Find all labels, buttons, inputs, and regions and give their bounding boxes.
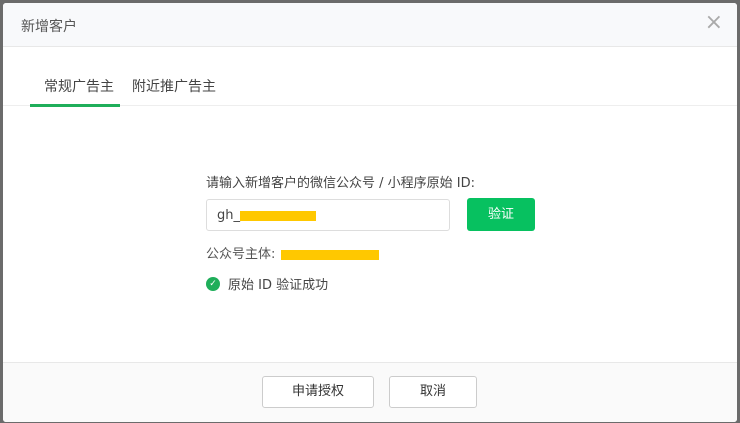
tab-bar: 常规广告主 附近推广告主 xyxy=(3,47,737,107)
apply-authorization-button[interactable]: 申请授权 xyxy=(262,376,374,408)
check-circle-icon: ✓ xyxy=(206,276,220,291)
verify-button[interactable]: 验证 xyxy=(467,198,535,231)
id-input-label: 请输入新增客户的微信公众号 / 小程序原始 ID: xyxy=(206,176,476,191)
add-customer-dialog: 新增客户 × 常规广告主 附近推广告主 请输入新增客户的微信公众号 / 小程序原… xyxy=(3,3,737,422)
redaction-mask xyxy=(281,249,380,260)
dialog-title: 新增客户 xyxy=(21,19,77,35)
redaction-mask xyxy=(240,210,316,221)
original-id-input[interactable]: gh_ xyxy=(206,199,450,231)
dialog-footer: 申请授权 取消 xyxy=(3,362,737,422)
success-text: 原始 ID 验证成功 xyxy=(228,278,329,293)
subject-row: 公众号主体: xyxy=(206,243,380,262)
verification-status: ✓ 原始 ID 验证成功 xyxy=(206,274,328,293)
tab-nearby-advertiser[interactable]: 附近推广告主 xyxy=(132,76,216,96)
close-icon[interactable]: × xyxy=(705,12,723,34)
tab-regular-advertiser[interactable]: 常规广告主 xyxy=(44,76,114,96)
input-value: gh_ xyxy=(217,208,240,223)
active-tab-indicator xyxy=(30,104,120,107)
cancel-button[interactable]: 取消 xyxy=(389,376,477,408)
dialog-header: 新增客户 × xyxy=(3,3,737,47)
subject-label: 公众号主体: xyxy=(206,247,276,262)
